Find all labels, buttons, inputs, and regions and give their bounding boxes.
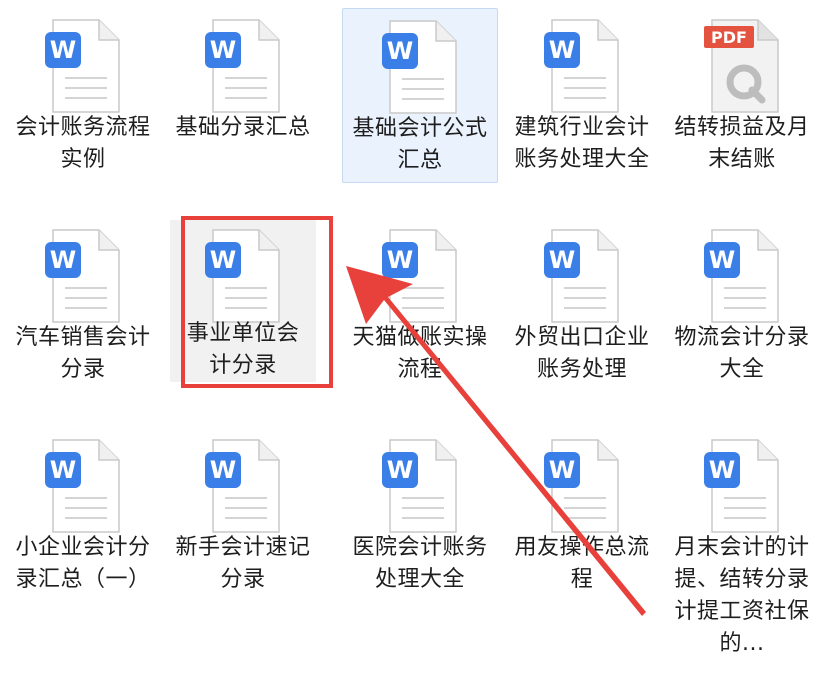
word-badge: W: [709, 246, 735, 274]
file-name: 月末会计的计提、结转分录计提工资社保的...: [674, 535, 810, 656]
file-item[interactable]: W 事业单位会计分录: [170, 220, 316, 382]
file-item[interactable]: W 月末会计的计提、结转分录计提工资社保的...: [664, 428, 820, 656]
file-item[interactable]: W 汽车销售会计分录: [5, 218, 161, 423]
word-badge: W: [387, 246, 413, 274]
word-badge: W: [549, 246, 575, 274]
file-name: 小企业会计分录汇总（一）: [15, 535, 151, 592]
word-badge: W: [549, 456, 575, 484]
word-document-icon: W: [540, 16, 624, 116]
file-item[interactable]: W 新手会计速记分录: [165, 428, 321, 633]
file-item[interactable]: W 用友操作总流程: [504, 428, 660, 633]
word-document-icon: W: [201, 436, 285, 536]
file-item[interactable]: W 天猫做账实操流程: [342, 218, 498, 423]
word-document-icon: W: [700, 226, 784, 326]
word-badge: W: [387, 456, 413, 484]
file-item[interactable]: W 外贸出口企业账务处理: [504, 218, 660, 423]
word-badge: W: [549, 36, 575, 64]
word-document-icon: W: [41, 436, 125, 536]
word-document-icon: W: [41, 16, 125, 116]
file-item[interactable]: W 会计账务流程实例: [5, 8, 161, 213]
file-name: 事业单位会计分录: [186, 321, 300, 378]
word-badge: W: [709, 456, 735, 484]
file-name: 外贸出口企业账务处理: [514, 325, 650, 382]
file-name: 结转损益及月末结账: [674, 115, 810, 172]
file-item[interactable]: W 医院会计账务处理大全: [342, 428, 498, 633]
word-document-icon: W: [378, 226, 462, 326]
pdf-document-icon: PDF: [700, 16, 784, 116]
word-document-icon: W: [378, 436, 462, 536]
word-document-icon: W: [378, 17, 462, 117]
word-document-icon: W: [201, 226, 285, 326]
file-grid: W 会计账务流程实例 W 基础分录汇总 W 基础会计公式汇总 W 建筑行业会计账…: [0, 0, 834, 674]
file-item[interactable]: W 建筑行业会计账务处理大全: [504, 8, 660, 213]
file-name: 会计账务流程实例: [15, 115, 151, 172]
word-document-icon: W: [41, 226, 125, 326]
word-badge: W: [50, 36, 76, 64]
word-document-icon: W: [540, 436, 624, 536]
word-badge: W: [210, 246, 236, 274]
file-name: 基础会计公式汇总: [352, 116, 488, 173]
file-name: 医院会计账务处理大全: [352, 535, 488, 592]
word-document-icon: W: [540, 226, 624, 326]
file-name: 基础分录汇总: [175, 115, 311, 140]
file-name: 建筑行业会计账务处理大全: [514, 115, 650, 172]
file-item[interactable]: W 基础会计公式汇总: [342, 8, 498, 183]
file-item[interactable]: W 基础分录汇总: [165, 8, 321, 213]
word-badge: W: [50, 246, 76, 274]
word-badge: W: [50, 456, 76, 484]
file-item[interactable]: W 物流会计分录大全: [664, 218, 820, 423]
word-document-icon: W: [700, 436, 784, 536]
word-badge: W: [387, 37, 413, 65]
word-badge: W: [210, 36, 236, 64]
pdf-badge: PDF: [711, 28, 747, 47]
file-name: 新手会计速记分录: [175, 535, 311, 592]
file-name: 物流会计分录大全: [674, 325, 810, 382]
file-item[interactable]: W 小企业会计分录汇总（一）: [5, 428, 161, 633]
word-badge: W: [210, 456, 236, 484]
file-item[interactable]: PDF 结转损益及月末结账: [664, 8, 820, 213]
file-name: 用友操作总流程: [514, 535, 650, 592]
file-name: 天猫做账实操流程: [352, 325, 488, 382]
file-name: 汽车销售会计分录: [15, 325, 151, 382]
word-document-icon: W: [201, 16, 285, 116]
